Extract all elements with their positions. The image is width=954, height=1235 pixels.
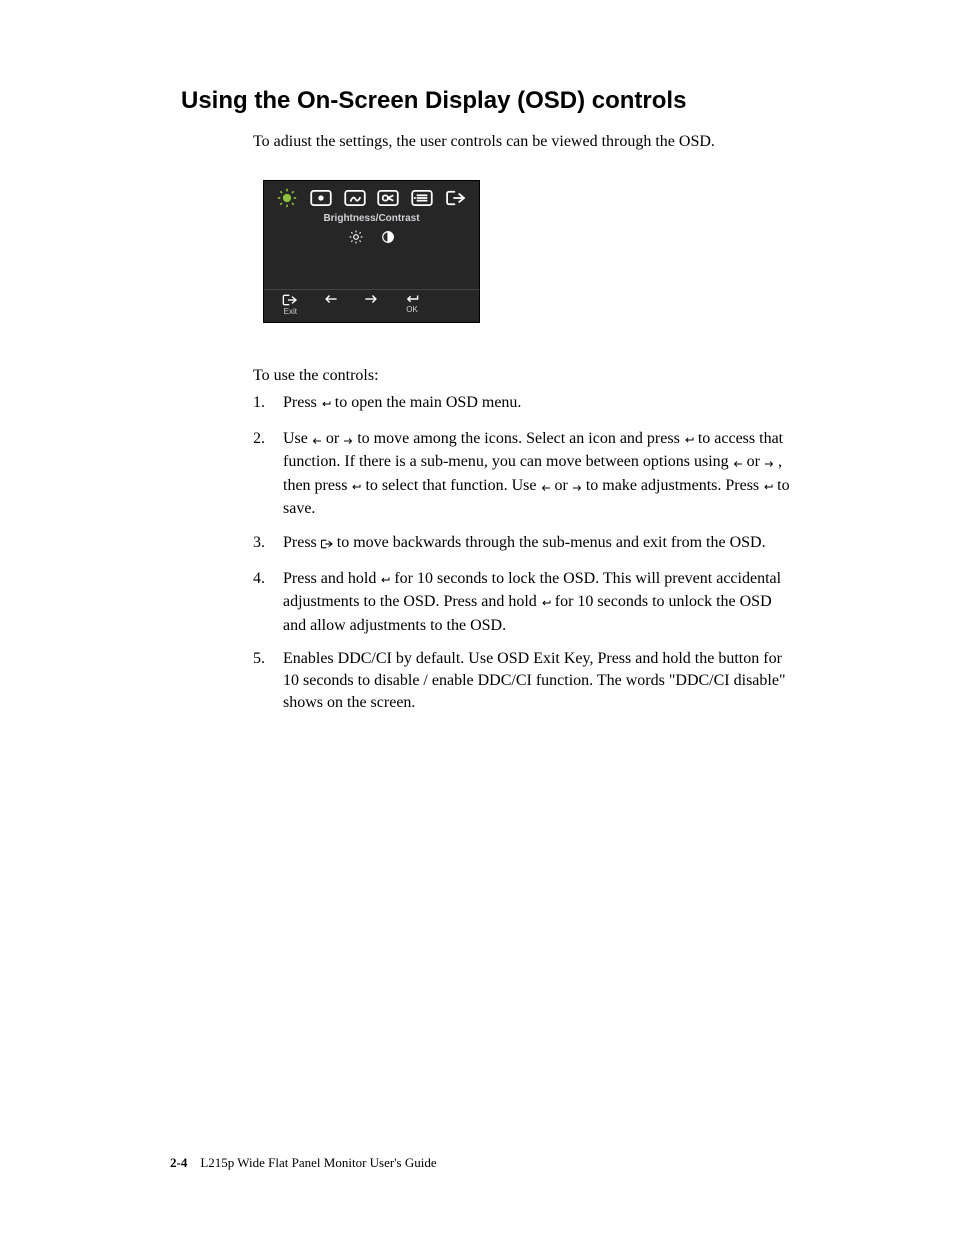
- footer-title: L215p Wide Flat Panel Monitor User's Gui…: [200, 1155, 436, 1170]
- arrow-right-icon: [343, 430, 353, 452]
- arrow-right-icon: [572, 477, 582, 499]
- arrow-left-icon: [541, 477, 551, 499]
- osd-bottom-controls: Exit OK: [264, 289, 479, 322]
- step-1: Press to open the main OSD menu.: [253, 392, 793, 416]
- arrow-left-icon: [312, 430, 322, 452]
- enter-icon: [763, 477, 773, 499]
- osd-ok-label: OK: [406, 305, 418, 314]
- step-3: Press to move backwards through the sub-…: [253, 532, 793, 556]
- osd-right-button: [353, 294, 389, 304]
- step1-text-a: Press: [283, 394, 321, 411]
- osd-ok-button: OK: [394, 294, 430, 314]
- enter-icon: [684, 430, 694, 452]
- step2-text-a: Use: [283, 430, 312, 447]
- osd-exit-label: Exit: [284, 307, 297, 316]
- osd-tab-image-setup: [341, 187, 369, 209]
- step2-text-h: or: [555, 477, 572, 494]
- enter-icon: [351, 477, 361, 499]
- osd-menu-figure: Brightness/Contrast: [263, 180, 480, 323]
- step2-text-e: or: [747, 453, 764, 470]
- osd-left-button: [313, 294, 349, 304]
- osd-tab-image-position: [307, 187, 335, 209]
- exit-icon: [321, 534, 333, 556]
- step3-text-a: Press: [283, 534, 321, 551]
- osd-sub-icons: [264, 228, 479, 255]
- to-use-controls-text: To use the controls:: [253, 365, 793, 387]
- page-number: 2-4: [170, 1155, 187, 1170]
- osd-sub-brightness-icon: [349, 230, 363, 249]
- step2-text-b: or: [326, 430, 343, 447]
- section-heading: Using the On-Screen Display (OSD) contro…: [181, 87, 686, 115]
- enter-icon: [380, 570, 390, 592]
- step-5: Enables DDC/CI by default. Use OSD Exit …: [253, 648, 793, 713]
- step2-text-c: to move among the icons. Select an icon …: [357, 430, 684, 447]
- page-footer: 2-4 L215p Wide Flat Panel Monitor User's…: [170, 1155, 437, 1171]
- step5-text: Enables DDC/CI by default. Use OSD Exit …: [283, 650, 785, 710]
- arrow-left-icon: [733, 453, 743, 475]
- intro-paragraph: To adiust the settings, the user control…: [253, 133, 813, 151]
- osd-top-icon-row: [264, 181, 479, 211]
- osd-title: Brightness/Contrast: [264, 211, 479, 228]
- enter-icon: [541, 593, 551, 615]
- steps-list: Press to open the main OSD menu. Use or: [253, 392, 793, 725]
- arrow-right-icon: [764, 453, 774, 475]
- osd-tab-image-properties: [374, 187, 402, 209]
- osd-sub-contrast-icon: [381, 230, 395, 249]
- step-2: Use or to move among the icons. Select a…: [253, 428, 793, 520]
- osd-tab-brightness: [273, 187, 301, 209]
- enter-icon: [321, 394, 331, 416]
- step1-text-b: to open the main OSD menu.: [335, 394, 522, 411]
- step2-text-g: to select that function. Use: [365, 477, 540, 494]
- osd-tab-options: [408, 187, 436, 209]
- step2-text-i: to make adjustments. Press: [586, 477, 763, 494]
- step3-text-b: to move backwards through the sub-menus …: [337, 534, 766, 551]
- osd-tab-exit: [442, 187, 470, 209]
- osd-exit-button: Exit: [272, 294, 308, 316]
- step4-text-a: Press and hold: [283, 570, 380, 587]
- step-4: Press and hold for 10 seconds to lock th…: [253, 568, 793, 637]
